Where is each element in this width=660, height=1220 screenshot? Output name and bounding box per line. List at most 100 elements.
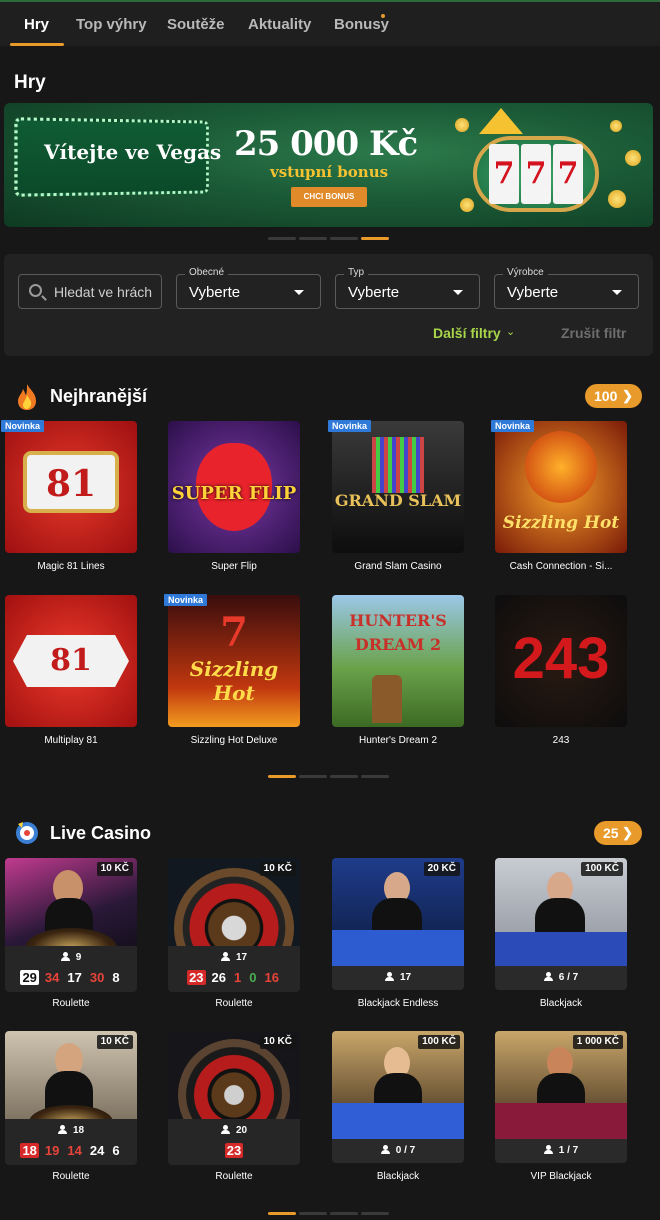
claim-bonus-button[interactable]: CHCI BONUS [291,187,367,207]
person-icon [220,952,230,961]
coin-icon [460,198,474,212]
banner-subtitle: vstupní bonus [270,163,389,181]
select-label: Výrobce [503,267,548,278]
game-name: Sizzling Hot Deluxe [190,735,278,746]
select-value: Vyberte [507,284,559,301]
slot-reel: 7 [489,144,519,204]
page-title: Hry [14,72,46,93]
new-badge: Novinka [164,594,208,606]
tab-top-vyhry[interactable]: Top výhry [76,16,147,33]
new-badge: Novinka [1,420,45,432]
person-icon [543,1145,553,1154]
notification-dot [381,14,385,18]
new-badge: Novinka [328,420,372,432]
coin-icon [608,190,626,208]
player-count: 20 [168,1125,300,1136]
table-info: 0 / 7 [332,1139,464,1163]
person-icon [380,1145,390,1154]
player-count: 0 / 7 [332,1145,464,1156]
bet-limit-badge: 20 KČ [423,862,460,876]
table-info: 6 / 7 [495,966,627,990]
bet-limit-badge: 100 KČ [581,862,623,876]
recent-numbers: 23 [224,1143,244,1158]
table-info: 1 / 7 [495,1139,627,1163]
bet-limit-badge: 10 KČ [96,862,133,876]
table-info: 9 29 34 17 30 8 [5,946,137,992]
recent-numbers: 29 34 17 30 8 [20,970,120,985]
select-value: Vyberte [348,284,400,301]
tab-hry[interactable]: Hry [24,16,49,33]
bet-limit-badge: 10 KČ [259,862,296,876]
table-name: VIP Blackjack [530,1171,592,1182]
bet-limit-badge: 1 000 KČ [572,1035,623,1049]
search-input[interactable]: Hledat ve hrách [18,274,162,309]
chevron-down-icon: ⌄ [506,326,516,338]
table-info: 17 23 26 1 0 16 [168,946,300,992]
person-icon [60,952,70,961]
select-label: Typ [344,267,369,278]
chevron-right-icon: ❯ [622,825,633,840]
player-count: 18 [5,1125,137,1136]
tab-souteze[interactable]: Soutěže [167,16,225,33]
table-info: 17 [332,966,464,990]
bet-limit-badge: 100 KČ [418,1035,460,1049]
search-icon [29,284,42,297]
game-name: Cash Connection - Si... [509,561,613,572]
recent-numbers: 23 26 1 0 16 [187,970,279,985]
game-name: Hunter's Dream 2 [358,735,438,746]
caret-down-icon [453,290,463,295]
table-info: 18 18 19 14 24 6 [5,1119,137,1165]
table-name: Blackjack Endless [357,998,439,1009]
table-name: Roulette [215,998,253,1009]
slot-reel: 7 [521,144,551,204]
count-value: 25 [603,825,619,841]
slot-machine-illustration: 7 7 7 [473,122,599,214]
banner-amount: 25 000 Kč [234,124,418,164]
player-count: 17 [168,952,300,963]
section-title-live: Live Casino [50,823,152,843]
coin-icon [610,120,622,132]
select-typ[interactable]: Typ Vyberte [335,267,480,309]
coin-icon [455,118,469,132]
table-name: Roulette [215,1171,253,1182]
player-count: 1 / 7 [495,1145,627,1156]
person-icon [384,972,394,981]
more-filters-button[interactable]: Další filtry [433,325,501,341]
popular-count-button[interactable]: 100 ❯ [585,384,642,408]
game-name: Super Flip [211,561,257,572]
clear-filter-button[interactable]: Zrušit filtr [561,325,626,341]
search-placeholder: Hledat ve hrách [54,284,153,300]
table-name: Blackjack [376,1171,420,1182]
banner-sign-text: Vítejte ve Vegas [44,140,222,164]
table-name: Roulette [52,998,90,1009]
slot-reel: 7 [553,144,583,204]
top-tab-bar: Hry Top výhry Soutěže Aktuality Bonusy [0,0,660,46]
game-name: 243 [552,735,570,746]
new-badge: Novinka [491,420,535,432]
tab-bonusy[interactable]: Bonusy [334,16,389,33]
game-name: Magic 81 Lines [37,561,105,572]
recent-numbers: 18 19 14 24 6 [20,1143,120,1158]
player-count: 6 / 7 [495,972,627,983]
table-info: 20 23 [168,1119,300,1165]
chevron-right-icon: ❯ [622,388,633,403]
crown-icon [479,108,523,134]
coin-icon [625,150,641,166]
fire-icon [14,383,40,410]
player-count: 17 [332,972,464,983]
count-value: 100 [594,388,618,404]
select-obecne[interactable]: Obecné Vyberte [176,267,321,309]
live-casino-icon [14,820,40,846]
game-name: Multiplay 81 [44,735,98,746]
bet-limit-badge: 10 KČ [259,1035,296,1049]
caret-down-icon [294,290,304,295]
tab-aktuality[interactable]: Aktuality [248,16,311,33]
live-count-button[interactable]: 25 ❯ [594,821,642,845]
person-icon [220,1125,230,1134]
select-value: Vyberte [189,284,241,301]
person-icon [57,1125,67,1134]
table-name: Blackjack [539,998,583,1009]
player-count: 9 [5,952,137,963]
table-name: Roulette [52,1171,90,1182]
select-vyrobce[interactable]: Výrobce Vyberte [494,267,639,309]
